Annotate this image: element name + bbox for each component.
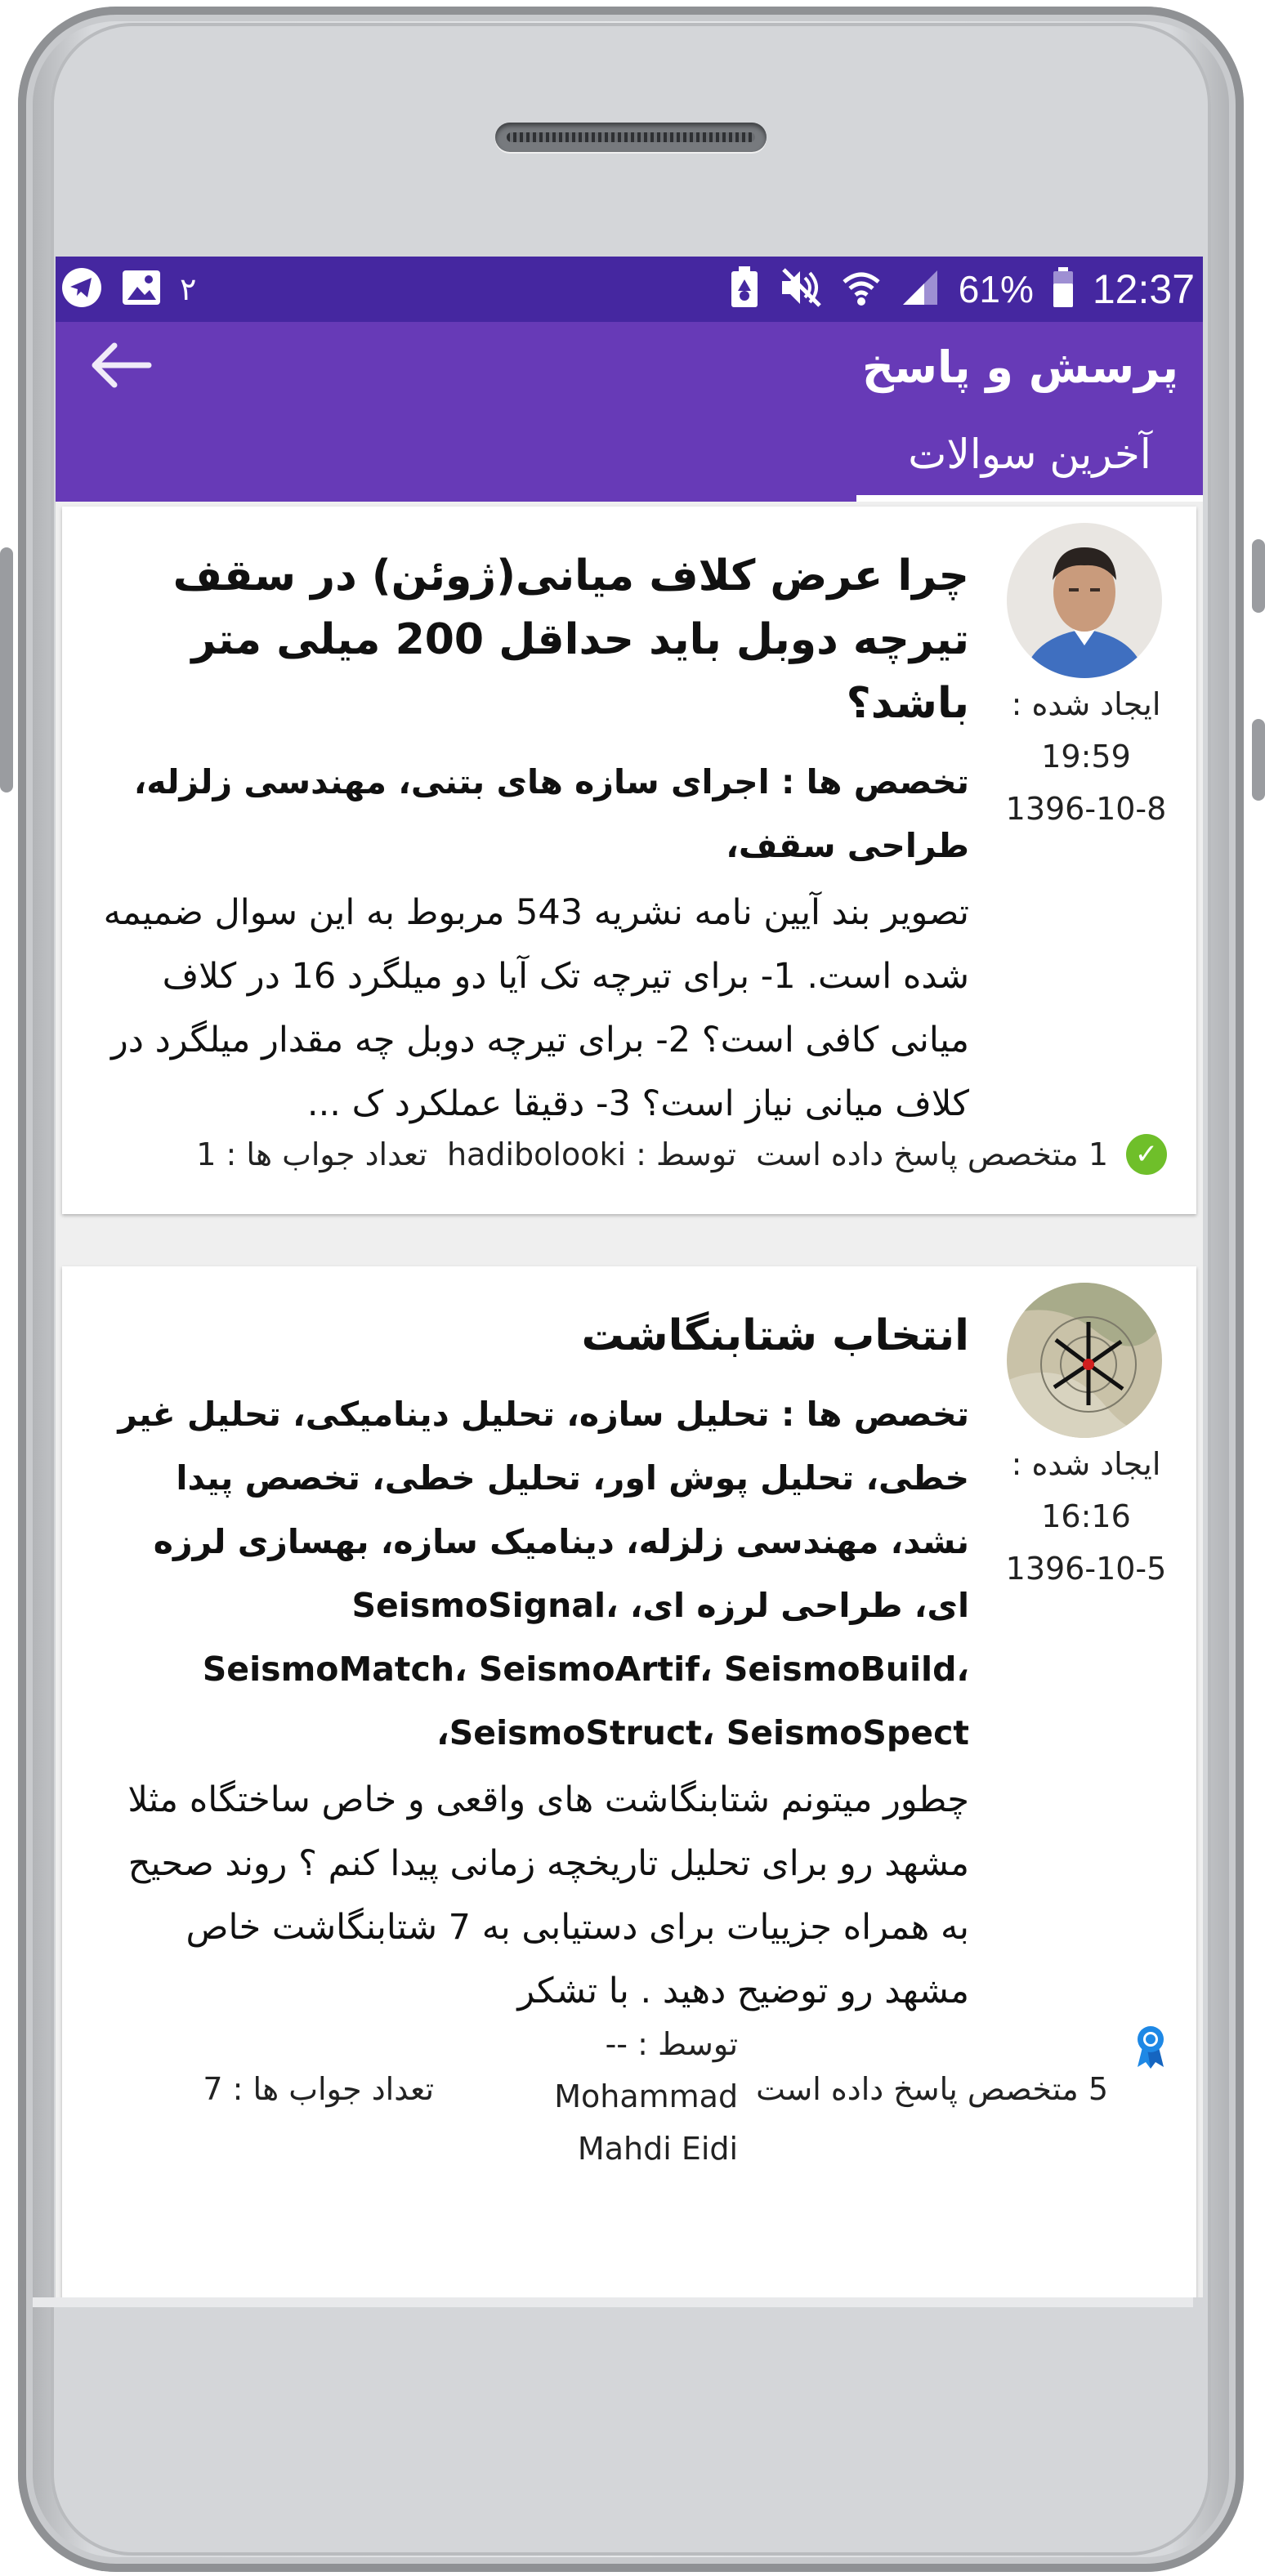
signal-icon	[900, 267, 941, 311]
image-icon	[121, 269, 162, 310]
question-title[interactable]: انتخاب شتابنگاشت	[95, 1304, 969, 1368]
tab-bar: آخرین سوالات	[56, 412, 1203, 502]
created-time: 19:59	[1041, 739, 1131, 775]
avatar	[1007, 523, 1162, 678]
created-date: 1396-10-5	[1005, 1551, 1167, 1587]
created-date: 1396-10-8	[1005, 791, 1167, 827]
question-card[interactable]: ایجاد شده : 19:59 1396-10-8 چرا عرض کلاف…	[62, 507, 1196, 1214]
arrow-back-icon[interactable]	[88, 341, 154, 393]
battery-icon	[1052, 267, 1075, 311]
screen-bottom-edge	[33, 2297, 1193, 2307]
author[interactable]: توسط : --Mohammad Mahdi Eidi	[493, 2018, 738, 2175]
tab-indicator	[856, 495, 1203, 502]
mute-icon	[779, 266, 823, 312]
question-footer: ✓ 1 متخصص پاسخ داده است توسط : hadiboloo…	[95, 1134, 1167, 1175]
status-bar: ۲ 61% 12:37	[56, 257, 1203, 322]
answered-by: 5 متخصص پاسخ داده است	[756, 2071, 1108, 2107]
tab-latest-questions[interactable]: آخرین سوالات	[856, 412, 1203, 502]
created-label: ایجاد شده :	[1011, 1446, 1161, 1482]
question-body: چطور میتونم شتابنگاشت های واقعی و خاص سا…	[127, 1779, 969, 2011]
award-ribbon-icon	[1134, 2025, 1167, 2076]
screen: ۲ 61% 12:37 پرسش و پاسخ آخرین سوالات ایج…	[56, 257, 1203, 2297]
created-label: ایجاد شده :	[1011, 686, 1161, 722]
volume-button	[0, 547, 13, 792]
question-expertise: تخصص ها : تحلیل سازه، تحلیل دینامیکی، تح…	[118, 1395, 969, 1752]
answer-count: تعداد جواب ها : 1	[196, 1136, 427, 1172]
power-button-upper	[1252, 539, 1265, 613]
wifi-icon	[841, 267, 882, 311]
avatar	[1007, 1283, 1162, 1438]
created-info: ایجاد شده : 16:16 1396-10-5	[1000, 1438, 1172, 1595]
question-expertise: تخصص ها : اجرای سازه های بتنی، مهندسی زل…	[133, 762, 969, 865]
app-bar: پرسش و پاسخ	[56, 322, 1203, 412]
question-content: چرا عرض کلاف میانی(ژوئن) در سقف تیرچه دو…	[95, 544, 969, 1136]
answer-count: تعداد جواب ها : 7	[203, 2071, 435, 2107]
created-time: 16:16	[1041, 1498, 1131, 1534]
answered-by: 1 متخصص پاسخ داده است	[756, 1136, 1108, 1172]
notification-count: ۲	[180, 271, 197, 307]
question-body: تصویر بند آیین نامه نشریه 543 مربوط به ا…	[103, 892, 969, 1124]
battery-percent: 61%	[958, 268, 1034, 310]
author[interactable]: توسط : hadibolooki	[447, 1134, 736, 1175]
recycle-icon	[728, 266, 761, 312]
status-bar-right: 61% 12:37	[728, 266, 1195, 313]
clock: 12:37	[1092, 266, 1195, 312]
earpiece-speaker	[495, 123, 767, 152]
question-footer: 5 متخصص پاسخ داده است توسط : --Mohammad …	[95, 2018, 1167, 2175]
question-card[interactable]: ایجاد شده : 16:16 1396-10-5 انتخاب شتابن…	[62, 1266, 1196, 2297]
created-info: ایجاد شده : 19:59 1396-10-8	[1000, 678, 1172, 835]
tab-label: آخرین سوالات	[908, 431, 1151, 478]
question-title[interactable]: چرا عرض کلاف میانی(ژوئن) در سقف تیرچه دو…	[95, 544, 969, 735]
question-content: انتخاب شتابنگاشت تخصص ها : تحلیل سازه، ت…	[95, 1304, 969, 2023]
status-bar-left: ۲	[60, 266, 196, 312]
check-circle-icon: ✓	[1126, 1134, 1167, 1175]
page-title: پرسش و پاسخ	[861, 341, 1178, 393]
telegram-icon	[60, 266, 103, 312]
power-button-lower	[1252, 719, 1265, 801]
